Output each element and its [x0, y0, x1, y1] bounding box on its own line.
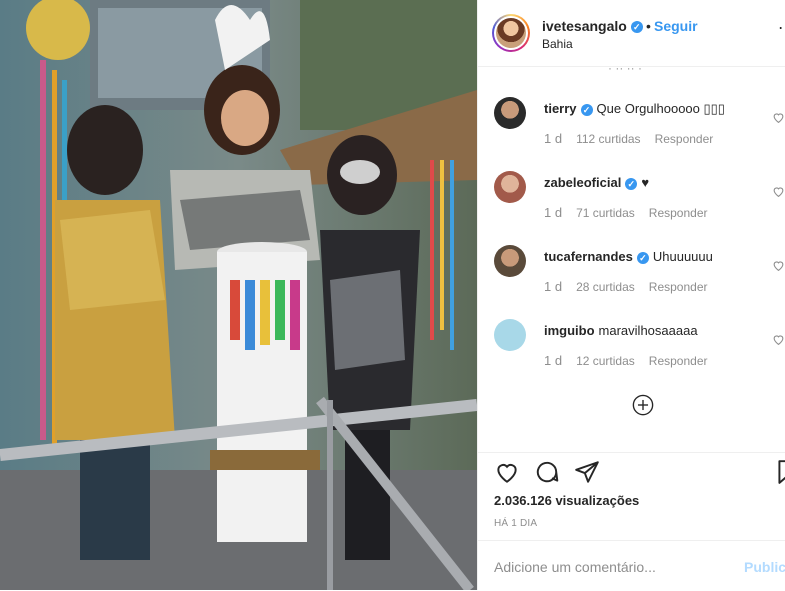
follow-button[interactable]: Seguir [654, 18, 698, 34]
verified-icon: ✓ [630, 21, 643, 34]
add-comment-form: Publicar [478, 540, 785, 591]
comment-item: imguibo maravilhosaaaaa 1 d 12 curtidas Res… [494, 319, 785, 393]
video-frame [0, 0, 477, 590]
comment-time[interactable]: 1 d [544, 279, 562, 294]
reply-button[interactable]: Responder [655, 132, 714, 146]
comment-item: tierry ✓ Que Orgulhooooo ▯▯▯ 1 d 112 curtid… [494, 97, 785, 171]
author-avatar[interactable] [492, 14, 530, 52]
commenter-avatar[interactable] [494, 245, 526, 277]
verified-icon: ✓ [625, 177, 638, 190]
commenter-username[interactable]: tucafernandes [544, 249, 633, 264]
reply-button[interactable]: Responder [649, 354, 708, 368]
like-heart-icon[interactable] [494, 459, 520, 485]
commenter-avatar[interactable] [494, 171, 526, 203]
comment-text: Uhuuuuuu [652, 249, 713, 264]
comment-time[interactable]: 1 d [544, 205, 562, 220]
commenter-username[interactable]: tierry [544, 101, 577, 116]
comment-likes[interactable]: 71 curtidas [576, 206, 635, 220]
comment-item: tucafernandes ✓ Uhuuuuuu 1 d 28 curtidas Res… [494, 245, 785, 319]
comment-bubble-icon[interactable] [534, 459, 560, 485]
comments-list[interactable]: · ·· ·· · tierry ✓ Que Orgulhooooo ▯▯▯ 1 d… [478, 67, 785, 452]
heart-icon[interactable] [772, 185, 785, 198]
verified-icon: ✓ [580, 103, 593, 116]
comment-likes[interactable]: 28 curtidas [576, 280, 635, 294]
post-location[interactable]: Bahia [542, 37, 573, 51]
separator-dot: • [646, 18, 651, 34]
reply-button[interactable]: Responder [649, 206, 708, 220]
heart-icon[interactable] [772, 259, 785, 272]
reply-button[interactable]: Responder [649, 280, 708, 294]
comment-text: ♥ [641, 175, 650, 190]
comment-likes[interactable]: 12 curtidas [576, 354, 635, 368]
comment-input[interactable] [494, 556, 724, 578]
view-count[interactable]: 2.036.126 visualizações [494, 493, 639, 508]
author-username-text[interactable]: ivetesangalo [542, 18, 627, 34]
post-header: ivetesangalo✓ • Seguir Bahia ⋯ [478, 0, 785, 67]
heart-icon[interactable] [772, 333, 785, 346]
verified-icon: ✓ [636, 251, 649, 264]
post-sidebar: ivetesangalo✓ • Seguir Bahia ⋯ · ·· ·· ·… [477, 0, 785, 590]
post-video[interactable] [0, 0, 477, 590]
post-time-ago[interactable]: HÁ 1 DIA [494, 518, 537, 529]
comment-time[interactable]: 1 d [544, 353, 562, 368]
load-more-comments-icon[interactable] [632, 394, 654, 416]
ellipsis-icon[interactable]: ⋯ [778, 18, 785, 38]
post-actions: 2.036.126 visualizações HÁ 1 DIA [478, 452, 785, 533]
commenter-avatar[interactable] [494, 319, 526, 351]
scrolled-comment-fragment: · ·· ·· · [608, 67, 642, 75]
share-paper-plane-icon[interactable] [574, 459, 600, 485]
author-username[interactable]: ivetesangalo ✓ [542, 18, 643, 34]
save-bookmark-icon[interactable] [774, 459, 785, 485]
commenter-username[interactable]: imguibo [544, 323, 595, 338]
commenter-username[interactable]: zabeleoficial [544, 175, 621, 190]
commenter-avatar[interactable] [494, 97, 526, 129]
heart-icon[interactable] [772, 111, 785, 124]
comment-time[interactable]: 1 d [544, 131, 562, 146]
publish-button[interactable]: Publicar [744, 559, 785, 575]
comment-text: Que Orgulhooooo ▯▯▯ [596, 101, 725, 116]
comment-item: zabeleoficial ✓ ♥ 1 d 71 curtidas Responder [494, 171, 785, 245]
comment-likes[interactable]: 112 curtidas [576, 132, 640, 146]
comment-text: maravilhosaaaaa [598, 323, 698, 338]
